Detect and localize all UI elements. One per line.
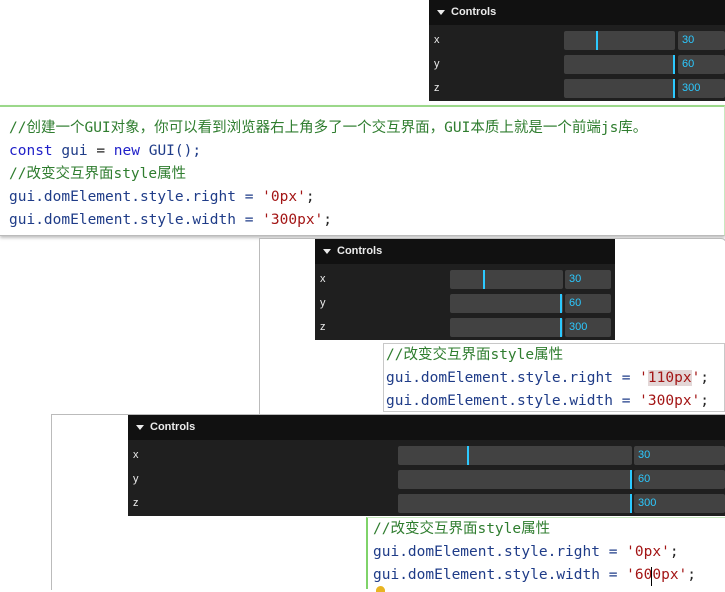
gui-title-bar[interactable]: Controls [315,239,615,264]
control-label: x [133,449,139,461]
control-label: z [434,82,440,94]
gui-title: Controls [150,421,196,433]
number-input-y[interactable]: 60 [634,470,725,489]
control-label: x [434,34,440,46]
control-row-x: x 30 [315,267,615,291]
number-input-z[interactable]: 300 [565,318,611,337]
gui-title-bar[interactable]: Controls [128,415,725,440]
slider-x[interactable] [398,446,632,465]
code-line-right: gui.domElement.style.right = '110px'; [386,370,710,386]
code-line-const: const gui = new GUI(); [9,143,202,159]
slider-y[interactable] [564,55,675,74]
control-row-z: z 300 [315,315,615,339]
control-label: x [320,273,326,285]
slider-x[interactable] [564,31,675,50]
number-input-x[interactable]: 30 [565,270,611,289]
number-input-z[interactable]: 300 [634,494,725,513]
control-label: y [434,58,440,70]
number-input-y[interactable]: 60 [678,55,725,74]
code-line-right: gui.domElement.style.right = '0px'; [373,544,679,560]
control-label: y [133,473,139,485]
control-label: y [320,297,326,309]
slider-y[interactable] [450,294,563,313]
control-row-y: y 60 [128,467,725,491]
chevron-down-icon[interactable] [136,425,144,430]
control-row-x: x 30 [128,443,725,467]
slider-z[interactable] [564,79,675,98]
chevron-down-icon[interactable] [323,249,331,254]
number-input-z[interactable]: 300 [678,79,725,98]
slider-x[interactable] [450,270,563,289]
code-line-width: gui.domElement.style.width = '300px'; [9,212,333,228]
control-label: z [133,497,139,509]
gui-title: Controls [337,245,383,257]
code-line-width[interactable]: gui.domElement.style.width = '600px'; [373,564,725,587]
number-input-x[interactable]: 30 [634,446,725,465]
code-comment: //创建一个GUI对象，你可以看到浏览器右上角多了一个交互界面，GUI本质上就是… [9,120,648,136]
control-row-y: y 60 [429,52,725,76]
code-snippet-2: //改变交互界面style属性 gui.domElement.style.rig… [383,343,725,412]
gui-panel-1: Controls x 30 y 60 z 300 [429,0,725,101]
control-row-z: z 300 [128,491,725,515]
number-input-y[interactable]: 60 [565,294,611,313]
gui-title-bar[interactable]: Controls [429,0,725,25]
control-row-y: y 60 [315,291,615,315]
slider-z[interactable] [450,318,563,337]
control-row-x: x 30 [429,28,725,52]
code-comment: //改变交互界面style属性 [373,521,551,537]
code-line-width: gui.domElement.style.width = '300px'; [386,393,710,409]
gui-panel-2: Controls x 30 y 60 z 300 [315,239,615,340]
gui-title: Controls [451,6,497,18]
code-comment: //改变交互界面style属性 [9,166,187,182]
code-snippet-3: //改变交互界面style属性 gui.domElement.style.rig… [366,517,725,592]
code-line-right: gui.domElement.style.right = '0px'; [9,189,315,205]
gui-panel-3: Controls x 30 y 60 z 300 [128,415,725,516]
code-comment: //改变交互界面style属性 [386,347,564,363]
chevron-down-icon[interactable] [437,10,445,15]
number-input-x[interactable]: 30 [678,31,725,50]
text-cursor [651,567,652,586]
control-label: z [320,321,326,333]
lightbulb-icon[interactable] [376,586,385,592]
slider-z[interactable] [398,494,632,513]
code-snippet-1: //创建一个GUI对象，你可以看到浏览器右上角多了一个交互界面，GUI本质上就是… [0,105,725,236]
control-row-z: z 300 [429,76,725,100]
slider-y[interactable] [398,470,632,489]
